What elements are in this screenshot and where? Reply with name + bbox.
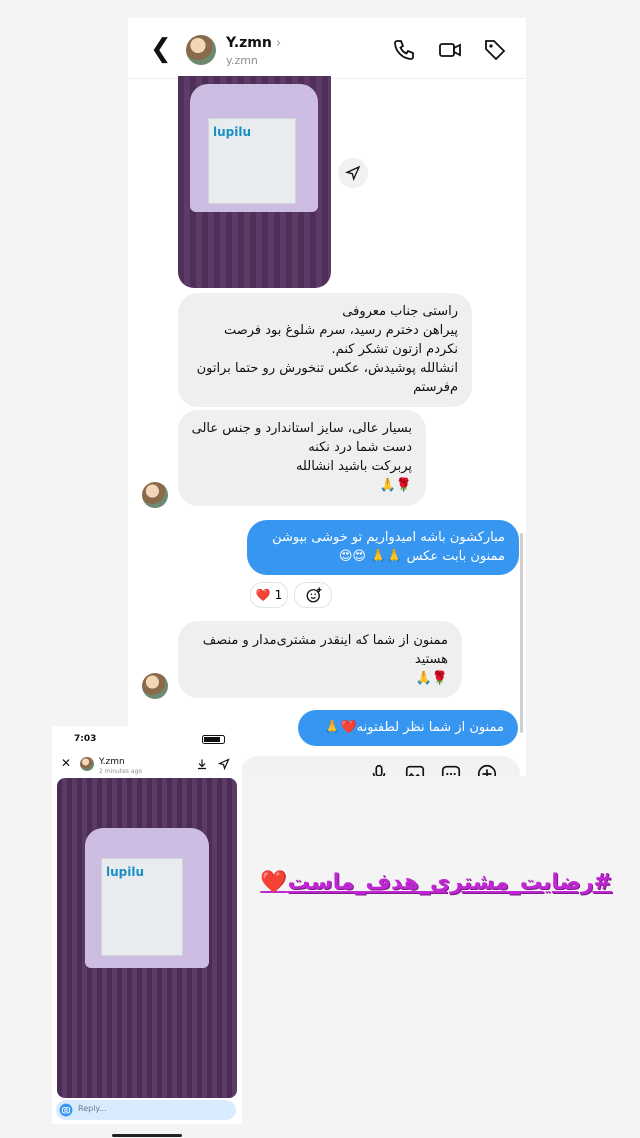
message-line: 🌹🙏 bbox=[379, 478, 412, 493]
heart-icon: ❤️ bbox=[260, 870, 288, 895]
avatar[interactable] bbox=[80, 757, 94, 771]
message-line: انشالله پوشیدش، عکس تنخورش رو حتما براتو… bbox=[196, 361, 458, 376]
shirt-image: lupilu bbox=[190, 84, 318, 212]
reaction-count: 1 bbox=[274, 588, 283, 602]
brand-logo: lupilu bbox=[213, 125, 252, 139]
sticker-icon[interactable] bbox=[440, 763, 462, 776]
brand-logo: lupilu bbox=[106, 865, 145, 879]
hashtag-text: #رضایت_مشتری_هدف_ماست bbox=[287, 870, 612, 895]
microphone-icon[interactable] bbox=[368, 763, 390, 776]
scrollbar[interactable] bbox=[520, 533, 523, 733]
message-line: ممنون از شما نظر لطفتونه❤️🙏 bbox=[324, 720, 504, 735]
product-tag: lupilu bbox=[208, 118, 296, 204]
image-icon[interactable] bbox=[404, 763, 426, 776]
product-tag: lupilu bbox=[101, 858, 183, 956]
message-line: هستید bbox=[414, 652, 448, 667]
plus-icon[interactable] bbox=[476, 763, 498, 776]
status-time: 7:03 bbox=[74, 734, 97, 744]
add-reaction-button[interactable] bbox=[294, 582, 332, 608]
message-line: نکردم ازتون تشکر کنم. bbox=[331, 342, 458, 357]
message-line: 🌹🙏 bbox=[415, 671, 448, 686]
story-timestamp: 2 minutes ago bbox=[99, 768, 143, 775]
shirt-image: lupilu bbox=[85, 828, 209, 968]
message-line: مبارکشون باشه امیدواریم تو خوشی بپوشن bbox=[272, 530, 505, 545]
story-reply-input[interactable]: Reply... bbox=[56, 1100, 236, 1120]
story-photo: lupilu bbox=[57, 778, 237, 1098]
message-bubble[interactable]: ممنون از شما نظر لطفتونه❤️🙏 bbox=[298, 710, 518, 746]
avatar[interactable] bbox=[186, 35, 216, 65]
message-line: راستی جناب معروفی bbox=[342, 304, 458, 319]
heart-icon: ❤️ bbox=[255, 588, 271, 602]
message-line: پربرکت باشید انشالله bbox=[295, 459, 412, 474]
contact-name[interactable]: Y.zmn › bbox=[226, 35, 281, 51]
message-line: ممنون بابت عکس 🙏🙏 😍😍 bbox=[338, 549, 505, 564]
camera-icon[interactable] bbox=[59, 1103, 73, 1117]
chat-header: ❮ Y.zmn › y.zmn bbox=[128, 18, 526, 79]
home-indicator bbox=[112, 1134, 182, 1137]
sender-avatar[interactable] bbox=[142, 482, 168, 508]
message-line: پیراهن دخترم رسید، سرم شلوغ بود فرصت bbox=[223, 323, 458, 338]
send-icon[interactable] bbox=[218, 758, 230, 770]
message-line: بسیار عالی، سایز استاندارد و جنس عالی bbox=[191, 421, 412, 436]
battery-icon bbox=[202, 735, 225, 744]
video-icon[interactable] bbox=[438, 38, 462, 62]
sender-avatar[interactable] bbox=[142, 673, 168, 699]
share-button[interactable] bbox=[338, 158, 368, 188]
message-bubble[interactable]: مبارکشون باشه امیدواریم تو خوشی بپوشن مم… bbox=[247, 520, 519, 575]
story-username: Y.zmn bbox=[99, 757, 125, 767]
product-photo[interactable]: lupilu bbox=[178, 76, 331, 288]
dm-window: ❮ Y.zmn › y.zmn lupilu راستی جناب معروفی … bbox=[128, 18, 526, 776]
phone-icon[interactable] bbox=[392, 38, 416, 62]
smiley-plus-icon bbox=[306, 587, 322, 603]
message-bubble[interactable]: راستی جناب معروفی پیراهن دخترم رسید، سرم… bbox=[178, 293, 472, 407]
back-button[interactable]: ❮ bbox=[150, 36, 172, 62]
tag-icon[interactable] bbox=[483, 38, 507, 62]
reaction-badge[interactable]: ❤️ 1 bbox=[250, 582, 288, 608]
message-bubble[interactable]: ممنون از شما که اینقدر مشتری‌مدار و منصف… bbox=[178, 621, 462, 698]
send-icon bbox=[345, 165, 361, 181]
story-screenshot: 7:03 ✕ Y.zmn 2 minutes ago lupilu Reply.… bbox=[52, 726, 242, 1124]
message-line: ممنون از شما که اینقدر مشتری‌مدار و منصف bbox=[202, 633, 448, 648]
chevron-right-icon: › bbox=[275, 36, 282, 51]
reply-placeholder: Reply... bbox=[78, 1104, 107, 1113]
message-line: دست شما درد نکنه bbox=[308, 440, 412, 455]
hashtag-caption: #رضایت_مشتری_هدف_ماست❤️ bbox=[260, 870, 612, 895]
close-icon[interactable]: ✕ bbox=[61, 757, 71, 769]
message-bubble[interactable]: بسیار عالی، سایز استاندارد و جنس عالی دس… bbox=[178, 410, 426, 506]
message-composer[interactable] bbox=[240, 756, 520, 776]
download-icon[interactable] bbox=[196, 758, 208, 770]
message-line: م‌فرستم bbox=[413, 380, 458, 395]
contact-username: y.zmn bbox=[226, 54, 258, 67]
